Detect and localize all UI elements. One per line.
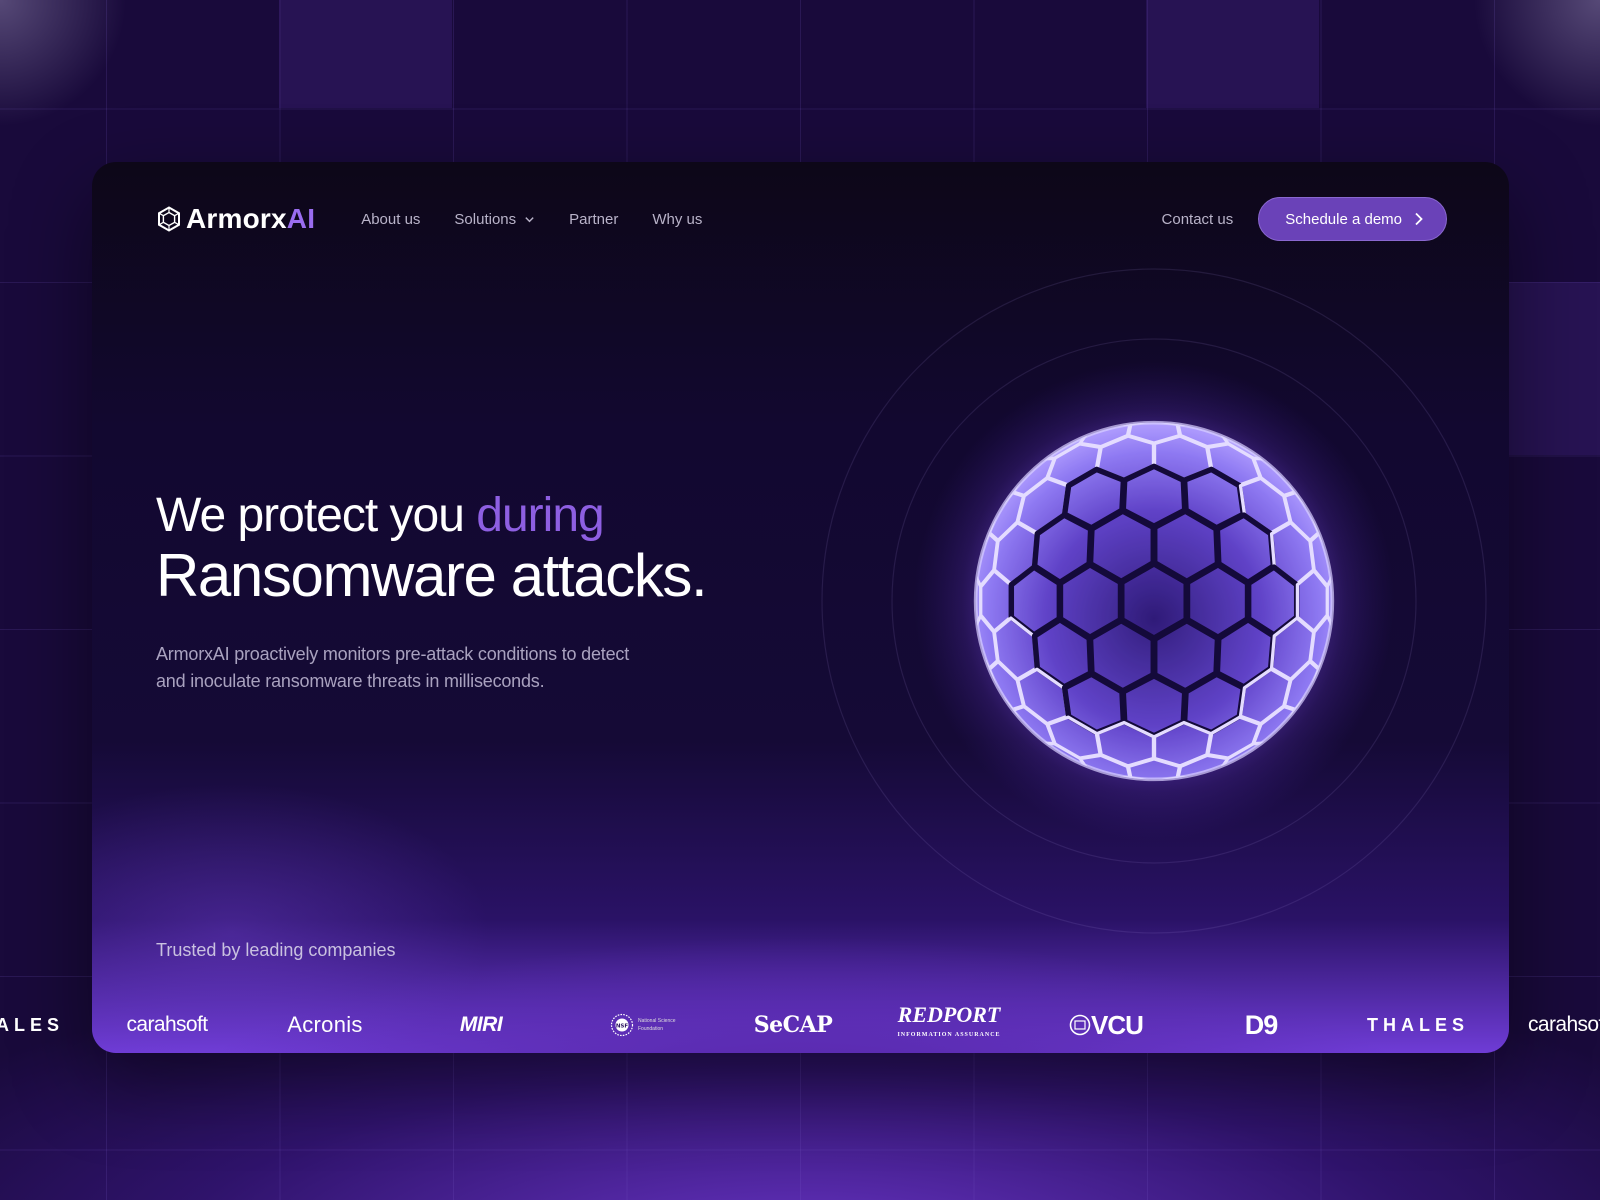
nav-solutions-label: Solutions	[454, 210, 517, 228]
logo-carahsoft: carahsoft	[126, 1013, 209, 1036]
redport-tagline: INFORMATION ASSURANCE	[897, 1032, 1001, 1038]
nsf-name: National Science Foundation	[638, 1018, 676, 1032]
hero-heading-line1: We protect you during	[156, 487, 706, 545]
hero-card: ArmorxAI About us Solutions Partner Why …	[92, 162, 1509, 1053]
logo-acronis: Acronis	[287, 1012, 363, 1037]
hero-heading-accent: during	[476, 489, 604, 542]
brand-logo[interactable]: ArmorxAI	[156, 203, 315, 235]
schedule-demo-label: Schedule a demo	[1285, 210, 1402, 228]
top-navigation: ArmorxAI About us Solutions Partner Why …	[156, 197, 1447, 241]
hexagon-shield-icon	[158, 206, 180, 232]
logo-secap: SeCAP	[753, 1012, 833, 1038]
brand-name: ArmorxAI	[186, 203, 316, 234]
shield-sphere-illustration	[973, 420, 1335, 782]
nav-actions: Contact us Schedule a demo	[1162, 197, 1447, 241]
hero-subtitle: ArmorxAI proactively monitors pre-attack…	[156, 644, 630, 691]
svg-text:NSF: NSF	[616, 1023, 629, 1029]
vcu-wordmark: VCU	[1091, 1009, 1144, 1040]
redport-wordmark: REDPORT	[897, 1002, 1001, 1027]
nav-solutions[interactable]: Solutions	[454, 211, 535, 228]
chevron-right-icon	[1415, 212, 1423, 226]
nav-why-us[interactable]: Why us	[652, 211, 702, 228]
hero-heading-text: We protect you	[156, 489, 465, 542]
logo-thales: THALES	[1367, 1014, 1469, 1035]
logo-miri: MIRI	[459, 1013, 503, 1036]
logo-redport: REDPORT INFORMATION ASSURANCE	[897, 1003, 1000, 1047]
logo-d9: D9	[1244, 1009, 1279, 1040]
logo-thales-partial: ALES	[0, 1014, 64, 1035]
logo-carahsoft-partial: carahsof	[1528, 1013, 1600, 1036]
nav-links: About us Solutions Partner Why us	[361, 211, 702, 228]
partner-logo-strip: ALES carahsoft Acronis MIRI NSF National…	[0, 1003, 1600, 1047]
schedule-demo-button[interactable]: Schedule a demo	[1258, 197, 1447, 241]
brand-suffix: AI	[286, 203, 316, 234]
chevron-down-icon	[525, 216, 534, 222]
logo-nsf: NSF National Science Foundation	[608, 1003, 680, 1047]
hero-section: We protect you during Ransomware attacks…	[156, 487, 708, 713]
nav-contact-us[interactable]: Contact us	[1162, 211, 1234, 228]
hero-heading-line2: Ransomware attacks.	[156, 542, 708, 609]
nav-about-us[interactable]: About us	[361, 211, 420, 228]
trusted-by-label: Trusted by leading companies	[156, 940, 396, 960]
nsf-seal-icon: NSF	[610, 1013, 634, 1037]
vcu-seal-icon	[1069, 1014, 1091, 1036]
logo-vcu: VCU	[1064, 1003, 1148, 1047]
nav-partner[interactable]: Partner	[569, 211, 618, 228]
